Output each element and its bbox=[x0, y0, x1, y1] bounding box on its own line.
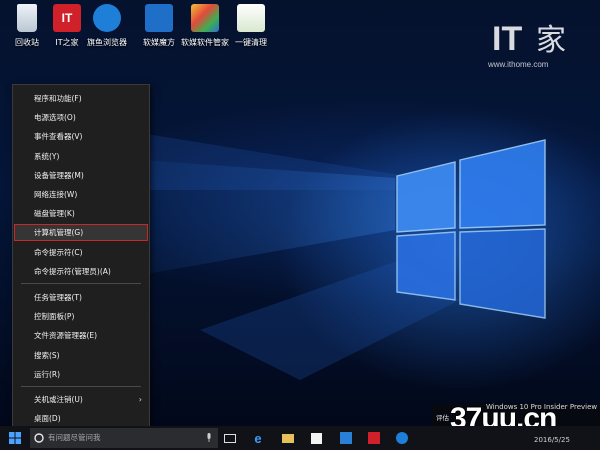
ithome-logo: IT 家 bbox=[492, 20, 566, 58]
ruanmei-software-manager-icon bbox=[191, 4, 219, 32]
task-view-button[interactable] bbox=[222, 426, 238, 450]
desktop-icon-one-click-clean[interactable]: 一键清理 bbox=[224, 4, 278, 48]
desktop-icon-label: 旗鱼浏览器 bbox=[87, 38, 127, 47]
menu-item-command-prompt-admin[interactable]: 命令提示符(管理员)(A) bbox=[14, 263, 148, 280]
file-explorer-icon bbox=[282, 433, 294, 443]
menu-separator bbox=[21, 386, 141, 387]
task-view-icon bbox=[224, 433, 236, 443]
menu-item-control-panel[interactable]: 控制面板(P) bbox=[14, 308, 148, 325]
menu-item-system[interactable]: 系统(Y) bbox=[14, 148, 148, 165]
taskbar-qiyu-browser[interactable] bbox=[394, 426, 410, 450]
svg-text:IT: IT bbox=[492, 20, 522, 58]
taskbar-ithome[interactable] bbox=[366, 426, 382, 450]
menu-item-label: 关机或注销(U) bbox=[34, 395, 83, 404]
taskbar: 有问题尽管问我 e bbox=[0, 426, 600, 450]
menu-item-device-manager[interactable]: 设备管理器(M) bbox=[14, 167, 148, 184]
one-click-clean-icon bbox=[237, 4, 265, 32]
taskbar-ruanmei-mofang[interactable] bbox=[338, 426, 354, 450]
menu-item-file-explorer[interactable]: 文件资源管理器(E) bbox=[14, 327, 148, 344]
taskbar-date: 2016/5/25 bbox=[534, 436, 570, 444]
menu-item-shutdown-signout[interactable]: 关机或注销(U) › bbox=[14, 391, 148, 408]
menu-item-programs-features[interactable]: 程序和功能(F) bbox=[14, 90, 148, 107]
store-icon bbox=[310, 432, 322, 444]
winx-context-menu: 程序和功能(F) 电源选项(O) 事件查看器(V) 系统(Y) 设备管理器(M)… bbox=[12, 84, 150, 431]
recycle-bin-icon bbox=[17, 4, 37, 32]
cortana-icon bbox=[34, 433, 44, 443]
chevron-right-icon: › bbox=[138, 395, 142, 404]
menu-item-run[interactable]: 运行(R) bbox=[14, 366, 148, 383]
search-placeholder: 有问题尽管问我 bbox=[48, 433, 101, 442]
svg-text:家: 家 bbox=[536, 23, 566, 58]
start-button[interactable] bbox=[0, 426, 30, 450]
taskbar-edge[interactable]: e bbox=[250, 426, 266, 450]
ruanmei-mofang-icon bbox=[145, 4, 173, 32]
menu-item-network-connections[interactable]: 网络连接(W) bbox=[14, 186, 148, 203]
menu-item-desktop[interactable]: 桌面(D) bbox=[14, 410, 148, 427]
ithome-app-icon bbox=[368, 432, 380, 444]
taskbar-file-explorer[interactable] bbox=[280, 426, 296, 450]
taskbar-store[interactable] bbox=[308, 426, 324, 450]
menu-separator bbox=[21, 283, 141, 284]
menu-item-command-prompt[interactable]: 命令提示符(C) bbox=[14, 244, 148, 261]
menu-item-task-manager[interactable]: 任务管理器(T) bbox=[14, 289, 148, 306]
microphone-icon[interactable] bbox=[206, 433, 212, 443]
qiyu-browser-icon bbox=[396, 432, 408, 444]
ithome-app-icon: IT bbox=[53, 4, 81, 32]
menu-item-search[interactable]: 搜索(S) bbox=[14, 347, 148, 364]
desktop-icon-qiyu-browser[interactable]: 旗鱼浏览器 bbox=[80, 4, 134, 48]
edge-icon: e bbox=[254, 430, 262, 446]
ruanmei-mofang-icon bbox=[340, 432, 352, 444]
desktop-icon-label: 一键清理 bbox=[235, 38, 267, 47]
build-watermark-text: 评估 bbox=[436, 414, 449, 422]
search-box[interactable]: 有问题尽管问我 bbox=[30, 428, 218, 448]
ithome-url: www.ithome.com bbox=[488, 60, 549, 69]
menu-item-power-options[interactable]: 电源选项(O) bbox=[14, 109, 148, 126]
menu-item-event-viewer[interactable]: 事件查看器(V) bbox=[14, 128, 148, 145]
menu-item-computer-management[interactable]: 计算机管理(G) bbox=[14, 224, 148, 241]
menu-item-disk-management[interactable]: 磁盘管理(K) bbox=[14, 205, 148, 222]
qiyu-browser-icon bbox=[93, 4, 121, 32]
windows-start-icon bbox=[9, 432, 21, 444]
